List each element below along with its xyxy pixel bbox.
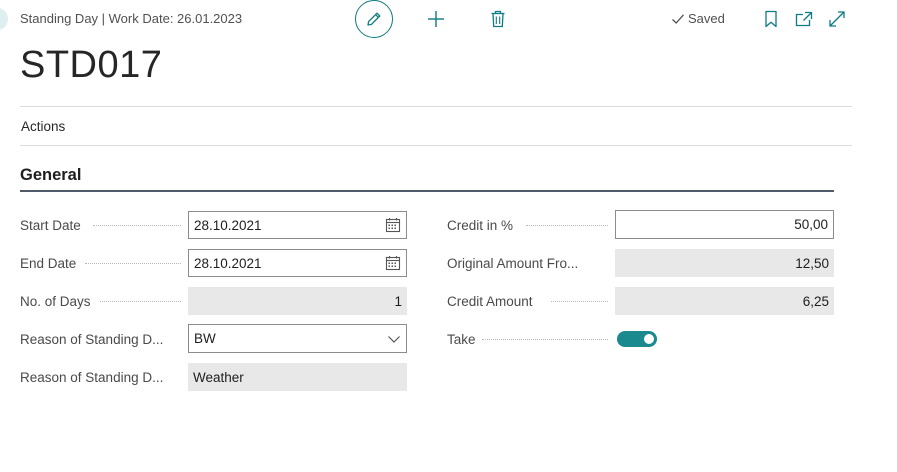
plus-icon	[428, 11, 444, 27]
leader-dots	[85, 263, 181, 264]
divider	[20, 145, 852, 146]
no-of-days-label: No. of Days	[20, 293, 91, 309]
page-title: STD017	[20, 44, 163, 86]
delete-button[interactable]	[488, 9, 508, 29]
reason-description-field: Weather	[188, 363, 407, 391]
open-new-window-button[interactable]	[794, 9, 814, 29]
calendar-icon[interactable]	[385, 255, 401, 271]
take-toggle[interactable]	[617, 331, 657, 347]
credit-percent-label: Credit in %	[447, 217, 514, 233]
field-label-reason-code: Reason of Standing D...	[20, 325, 170, 353]
breadcrumb: Standing Day | Work Date: 26.01.2023	[20, 11, 243, 26]
reason-description-label: Reason of Standing D...	[20, 369, 164, 385]
start-date-field[interactable]: 28.10.2021	[188, 211, 407, 239]
field-label-reason-description: Reason of Standing D...	[20, 363, 170, 391]
start-date-label: Start Date	[20, 217, 81, 233]
credit-percent-value: 50,00	[794, 217, 828, 232]
reason-code-label: Reason of Standing D...	[20, 331, 164, 347]
pencil-icon	[367, 12, 381, 26]
bookmark-icon	[765, 10, 777, 28]
reason-description-value: Weather	[193, 369, 244, 385]
original-amount-field: 12,50	[615, 249, 834, 277]
corner-decoration	[0, 8, 8, 30]
divider	[20, 106, 852, 107]
leader-dots	[100, 301, 181, 302]
no-of-days-field: 1	[188, 287, 407, 315]
credit-amount-field: 6,25	[615, 287, 834, 315]
original-amount-value: 12,50	[795, 255, 829, 271]
field-label-take: Take	[447, 325, 476, 353]
end-date-label: End Date	[20, 255, 77, 271]
credit-amount-value: 6,25	[802, 293, 829, 309]
reason-code-value: BW	[194, 331, 216, 346]
field-label-no-of-days: No. of Days	[20, 287, 91, 315]
original-amount-label: Original Amount Fro...	[447, 255, 579, 271]
trash-icon	[491, 10, 505, 28]
saved-status: Saved	[671, 11, 725, 26]
leader-dots	[93, 225, 181, 226]
reason-code-select[interactable]: BW	[188, 324, 407, 353]
take-label: Take	[447, 331, 476, 347]
open-in-new-window-icon	[795, 11, 813, 27]
expand-icon	[829, 11, 845, 27]
leader-dots	[482, 339, 608, 340]
section-title-general: General	[20, 166, 82, 184]
new-button[interactable]	[426, 9, 446, 29]
edit-button[interactable]	[355, 0, 393, 38]
field-label-original-amount: Original Amount Fro...	[447, 249, 592, 277]
section-divider	[20, 190, 834, 192]
end-date-field[interactable]: 28.10.2021	[188, 249, 407, 277]
chevron-down-icon[interactable]	[387, 334, 401, 344]
credit-percent-field[interactable]: 50,00	[615, 210, 834, 239]
field-label-start-date: Start Date	[20, 211, 81, 239]
field-label-end-date: End Date	[20, 249, 76, 277]
bookmark-button[interactable]	[763, 9, 779, 29]
calendar-icon[interactable]	[385, 217, 401, 233]
start-date-value: 28.10.2021	[194, 217, 262, 233]
field-label-credit-amount: Credit Amount	[447, 287, 533, 315]
leader-dots	[526, 225, 608, 226]
toggle-knob	[644, 334, 654, 344]
checkmark-icon	[672, 13, 684, 24]
expand-button[interactable]	[827, 9, 847, 29]
actions-menu[interactable]: Actions	[21, 119, 65, 134]
leader-dots	[551, 301, 608, 302]
no-of-days-value: 1	[394, 293, 402, 309]
saved-label: Saved	[688, 11, 725, 26]
end-date-value: 28.10.2021	[194, 255, 262, 271]
credit-amount-label: Credit Amount	[447, 293, 533, 309]
field-label-credit-percent: Credit in %	[447, 211, 513, 239]
